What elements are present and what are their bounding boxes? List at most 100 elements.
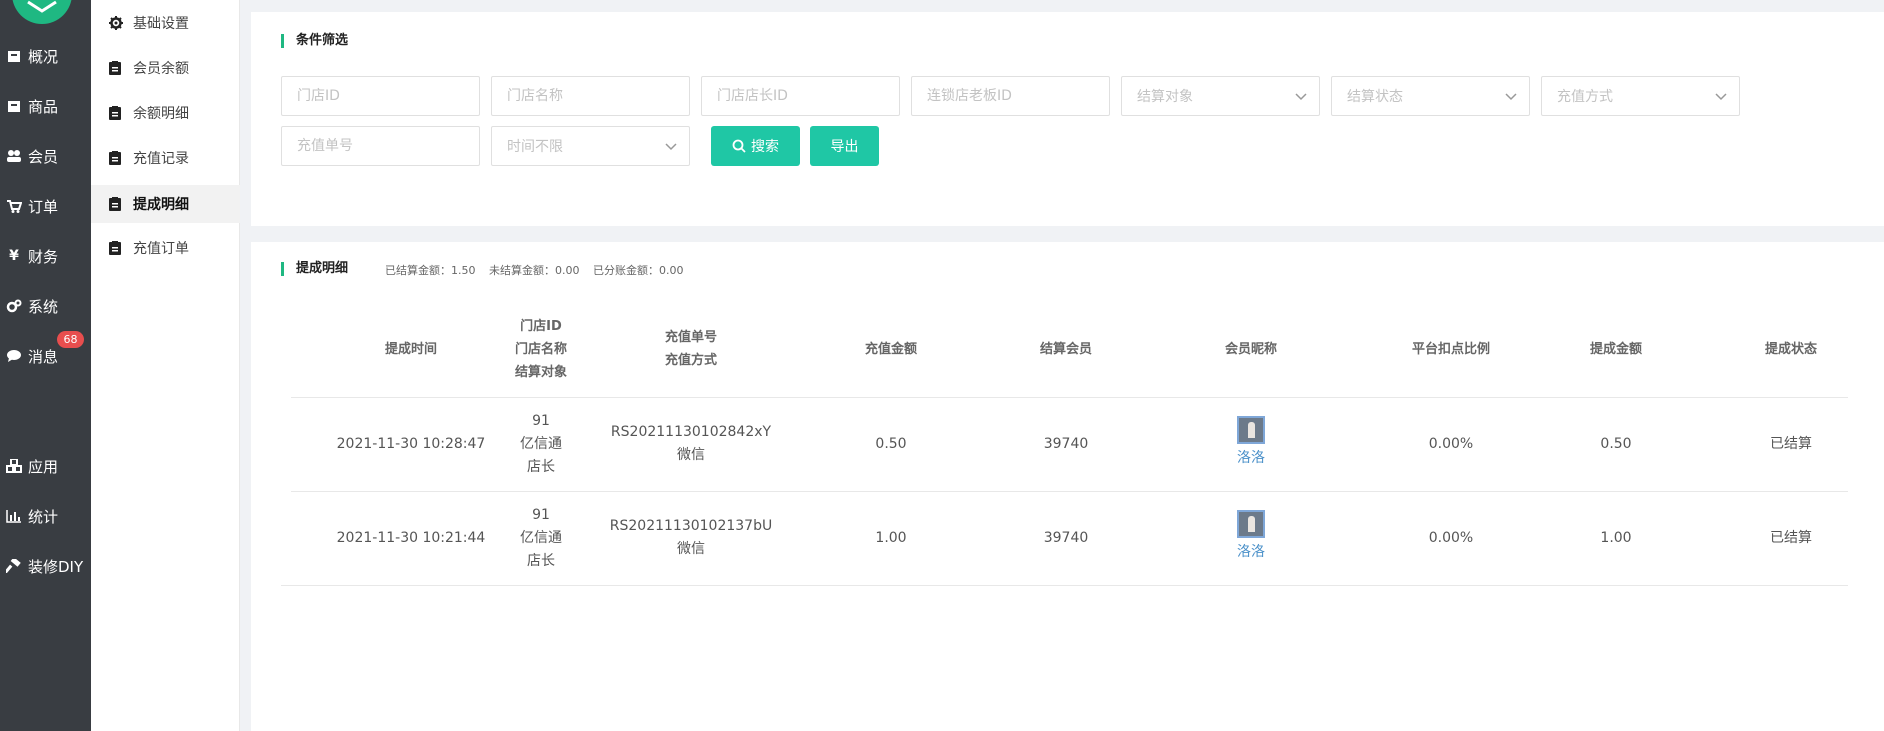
nav-item-system[interactable]: 系统	[0, 291, 91, 321]
cart-icon	[6, 198, 22, 214]
nav-item-member[interactable]: 会员	[0, 141, 91, 171]
cell-status: 已结算	[1770, 436, 1812, 452]
chevron-down-icon	[1715, 93, 1727, 101]
cell-platform-ratio: 0.00%	[1428, 436, 1474, 452]
avatar[interactable]	[1236, 416, 1266, 444]
commission-list-panel: 提成明细 已结算金额：1.50 未结算金额：0.00 已分账金额：0.00 提成…	[251, 242, 1884, 731]
store-manager-id-input[interactable]	[701, 76, 900, 116]
hammer-icon	[6, 558, 22, 574]
nav-item-finance[interactable]: ¥ 财务	[0, 241, 91, 271]
nav-item-stats[interactable]: 统计	[0, 501, 91, 531]
cell-recharge-no: RS20211130102842xY	[610, 424, 772, 440]
header-settle-target: 结算对象	[514, 365, 567, 380]
settled-amount: 已结算金额：1.50	[385, 264, 476, 277]
cell-settle-member: 39740	[1043, 436, 1089, 452]
cell-settle-target: 店长	[527, 553, 555, 569]
settle-target-select[interactable]: 结算对象	[1121, 76, 1320, 116]
recharge-method-select[interactable]: 充值方式	[1541, 76, 1740, 116]
nav-item-overview[interactable]: 概况	[0, 41, 91, 71]
header-settle-member: 结算会员	[1039, 342, 1092, 357]
filter-panel: 条件筛选 结算对象 结算状态 充值方式 时间不限 搜索 导出	[251, 12, 1884, 226]
nav-item-goods[interactable]: 商品	[0, 91, 91, 121]
bar-chart-icon	[6, 508, 22, 524]
header-status: 提成状态	[1764, 342, 1817, 357]
sub-nav: 基础设置 会员余额 余额明细 充值记录 提成明细 充值订单	[91, 0, 240, 731]
nav-item-label: 系统	[28, 297, 59, 316]
nav-item-apps[interactable]: 应用	[0, 451, 91, 481]
cell-recharge-no: RS20211130102137bU	[609, 518, 773, 534]
nav-item-label: 消息	[28, 347, 59, 366]
nav-item-label: 订单	[28, 197, 59, 216]
subnav-item-recharge-order[interactable]: 充值订单	[91, 229, 240, 267]
subnav-label: 提成明细	[133, 197, 189, 213]
filter-title: 条件筛选	[281, 34, 348, 48]
header-platform-ratio: 平台扣点比例	[1411, 342, 1490, 357]
cell-member-nick[interactable]: 洛洛	[1171, 541, 1331, 564]
search-button-label: 搜索	[751, 138, 779, 154]
cell-store-id: 91	[532, 507, 550, 523]
nav-item-label: 会员	[28, 147, 59, 166]
chevron-down-icon	[665, 143, 677, 151]
settle-status-select[interactable]: 结算状态	[1331, 76, 1530, 116]
clipboard-icon	[109, 241, 123, 255]
cubes-icon	[6, 458, 22, 474]
comment-icon	[6, 348, 22, 364]
recharge-no-input[interactable]	[281, 126, 480, 166]
box-icon	[6, 48, 22, 64]
unsettled-amount: 未结算金额：0.00	[489, 264, 580, 277]
cell-store-name: 亿信通	[520, 530, 562, 546]
clipboard-icon	[109, 106, 123, 120]
header-recharge-no: 充值单号	[664, 330, 717, 345]
header-recharge-amount: 充值金额	[864, 342, 917, 357]
cell-time: 2021-11-30 10:21:44	[336, 530, 486, 546]
cell-recharge-amount: 1.00	[875, 530, 907, 546]
chevron-down-icon	[1295, 93, 1307, 101]
nav-item-decorate[interactable]: 装修DIY	[0, 551, 91, 581]
header-store-id: 门店ID	[520, 319, 562, 334]
cell-store-id: 91	[532, 413, 550, 429]
cell-settle-target: 店长	[527, 459, 555, 475]
cell-commission: 0.50	[1600, 436, 1632, 452]
box-icon	[6, 98, 22, 114]
clipboard-icon	[109, 61, 123, 75]
export-button[interactable]: 导出	[810, 126, 879, 166]
subnav-label: 余额明细	[133, 106, 189, 122]
nav-item-order[interactable]: 订单	[0, 191, 91, 221]
cell-member-nick[interactable]: 洛洛	[1171, 447, 1331, 470]
subnav-item-member-balance[interactable]: 会员余额	[91, 49, 240, 87]
subnav-item-basic-settings[interactable]: 基础设置	[91, 4, 240, 42]
store-name-input[interactable]	[491, 76, 690, 116]
store-id-input[interactable]	[281, 76, 480, 116]
chevron-down-icon	[1505, 93, 1517, 101]
settle-status-placeholder: 结算状态	[1347, 89, 1403, 105]
search-icon	[732, 139, 746, 153]
cell-status: 已结算	[1770, 530, 1812, 546]
list-title: 提成明细	[281, 262, 348, 276]
nav-item-label: 财务	[28, 247, 59, 266]
search-button[interactable]: 搜索	[711, 126, 800, 166]
message-count-badge: 68	[57, 331, 84, 348]
chain-owner-id-input[interactable]	[911, 76, 1110, 116]
gear-icon	[109, 16, 123, 30]
nav-item-label: 装修DIY	[28, 557, 84, 576]
header-store-name: 门店名称	[514, 342, 567, 357]
nav-item-label: 应用	[28, 457, 59, 476]
subnav-label: 充值订单	[133, 241, 189, 257]
header-member-nick: 会员昵称	[1224, 342, 1277, 357]
cell-commission: 1.00	[1600, 530, 1632, 546]
recharge-method-placeholder: 充值方式	[1557, 89, 1613, 105]
subnav-item-balance-detail[interactable]: 余额明细	[91, 94, 240, 132]
yen-icon: ¥	[9, 248, 19, 264]
time-range-placeholder: 时间不限	[507, 139, 563, 155]
subnav-item-recharge-record[interactable]: 充值记录	[91, 139, 240, 177]
header-recharge-method: 充值方式	[664, 353, 717, 368]
time-range-select[interactable]: 时间不限	[491, 126, 690, 166]
subnav-item-commission-detail[interactable]: 提成明细	[91, 185, 240, 223]
nav-item-label: 概况	[28, 47, 59, 66]
cell-store-name: 亿信通	[520, 436, 562, 452]
settle-target-placeholder: 结算对象	[1137, 89, 1193, 105]
subnav-label: 充值记录	[133, 151, 189, 167]
avatar[interactable]	[1236, 510, 1266, 538]
users-icon	[6, 148, 22, 164]
main-nav: 概况 商品 会员 订单 ¥ 财务 系统 消息 68 应用 统计 装修DIY	[0, 0, 91, 731]
